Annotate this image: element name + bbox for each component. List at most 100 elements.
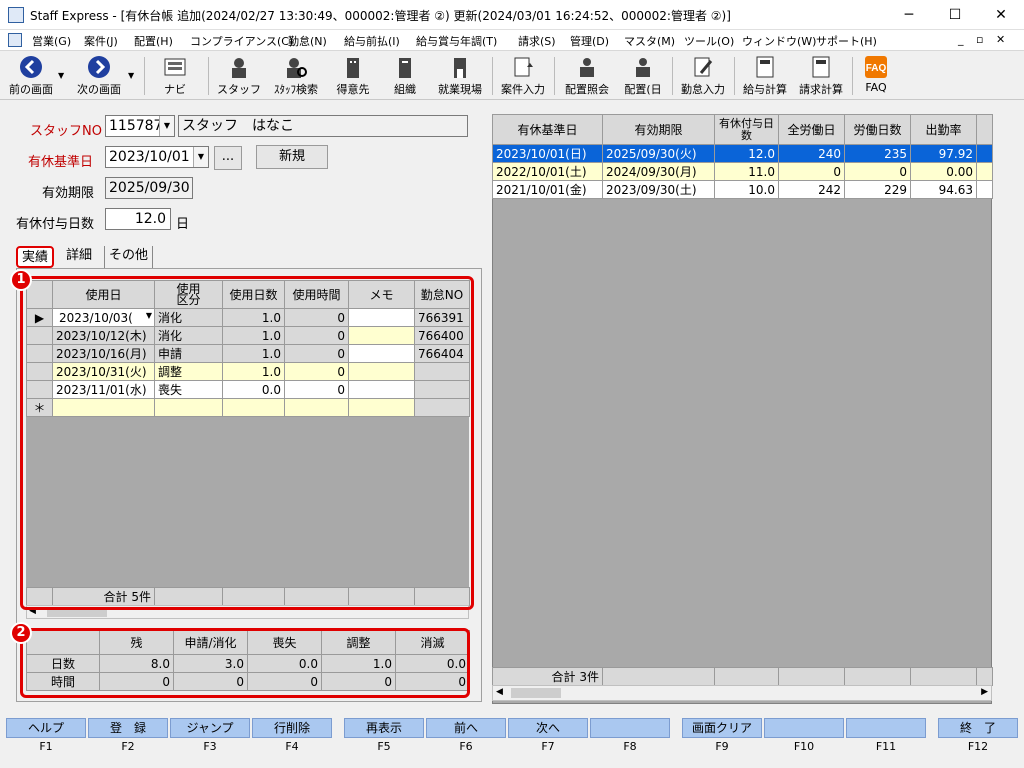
f9-clear-screen-button[interactable]: 画面クリア xyxy=(682,718,762,738)
menu-project[interactable]: 案件(J) xyxy=(84,33,118,49)
f7-next-button[interactable]: 次へ xyxy=(508,718,588,738)
staff-search-button[interactable]: ｽﾀｯﾌ検索 xyxy=(266,53,326,99)
all-workdays-cell[interactable]: 240 xyxy=(778,144,845,163)
grant-days-cell[interactable]: 10.0 xyxy=(714,180,779,199)
f8-button[interactable] xyxy=(590,718,670,738)
mdi-minimize-button[interactable]: _ xyxy=(958,33,964,46)
back-dropdown-icon[interactable]: ▼ xyxy=(58,71,64,80)
project-entry-button[interactable]: 案件入力 xyxy=(496,53,550,99)
menu-advance-pay[interactable]: 給与前払(I) xyxy=(344,33,400,49)
all-workdays-cell[interactable]: 242 xyxy=(778,180,845,199)
tab-results[interactable]: 実績 xyxy=(16,246,55,268)
placement-daily-button[interactable]: 配置(日 xyxy=(616,53,670,99)
worksite-button[interactable]: 就業現場 xyxy=(432,53,488,99)
tab-other[interactable]: その他 xyxy=(104,246,154,268)
faq-button[interactable]: FAQ FAQ xyxy=(856,53,896,99)
organization-button[interactable]: 組織 xyxy=(380,53,430,99)
f5-refresh-button[interactable]: 再表示 xyxy=(344,718,424,738)
f1-help-button[interactable]: ヘルプ xyxy=(6,718,86,738)
workdays-cell[interactable]: 229 xyxy=(844,180,911,199)
forward-dropdown-icon[interactable]: ▼ xyxy=(128,71,134,80)
f10-button[interactable] xyxy=(764,718,844,738)
menu-admin[interactable]: 管理(D) xyxy=(570,33,609,49)
grant-days-input[interactable]: 12.0 xyxy=(105,208,171,230)
back-button[interactable]: 前の画面 xyxy=(2,53,60,99)
col-base-date[interactable]: 有休基準日 xyxy=(492,114,603,145)
attendance-rate-cell[interactable]: 94.63 xyxy=(910,180,977,199)
table-row[interactable]: 2022/10/01(土) 2024/09/30(月) 11.0 0 0 0.0… xyxy=(492,162,993,181)
scroll-left-icon[interactable]: ◀ xyxy=(496,687,503,697)
col-workdays[interactable]: 労働日数 xyxy=(844,114,911,145)
attendance-entry-button[interactable]: 勤怠入力 xyxy=(676,53,730,99)
base-date-select[interactable]: 2023/10/01 ▼ xyxy=(105,146,209,168)
f4-delete-row-button[interactable]: 行削除 xyxy=(252,718,332,738)
expiry-field: 2025/09/30 xyxy=(105,177,193,199)
col-attendance-rate[interactable]: 出勤率 xyxy=(910,114,977,145)
ellipsis-button[interactable]: ... xyxy=(214,146,242,170)
attendance-rate-cell[interactable]: 97.92 xyxy=(910,144,977,163)
base-date-cell[interactable]: 2023/10/01(日) xyxy=(492,144,603,163)
close-button[interactable]: ✕ xyxy=(978,0,1024,30)
f11-button[interactable] xyxy=(846,718,926,738)
f1-key-label: F1 xyxy=(39,740,53,753)
attendance-rate-cell[interactable]: 0.00 xyxy=(910,162,977,181)
scroll-thumb[interactable] xyxy=(511,688,561,698)
menu-support[interactable]: サポート(H) xyxy=(816,33,877,49)
expiry-cell[interactable]: 2023/09/30(土) xyxy=(602,180,715,199)
billing-calc-button[interactable]: 請求計算 xyxy=(794,53,848,99)
table-row[interactable]: 2021/10/01(金) 2023/09/30(土) 10.0 242 229… xyxy=(492,180,993,199)
toolbar-separator xyxy=(492,57,493,95)
workdays-cell[interactable]: 235 xyxy=(844,144,911,163)
navi-button[interactable]: ナビ xyxy=(150,53,200,99)
grant-days-cell[interactable]: 11.0 xyxy=(714,162,779,181)
table-row-selected[interactable]: 2023/10/01(日) 2025/09/30(火) 12.0 240 235… xyxy=(492,144,993,163)
menu-tools[interactable]: ツール(O) xyxy=(684,33,734,49)
f9-key-label: F9 xyxy=(715,740,729,753)
mdi-icon[interactable] xyxy=(8,33,22,47)
chevron-down-icon[interactable]: ▼ xyxy=(193,147,208,167)
f6-prev-button[interactable]: 前へ xyxy=(426,718,506,738)
f2-key-label: F2 xyxy=(121,740,135,753)
base-date-cell[interactable]: 2021/10/01(金) xyxy=(492,180,603,199)
history-horizontal-scrollbar[interactable]: ◀ ▶ xyxy=(492,685,992,701)
all-workdays-cell[interactable]: 0 xyxy=(778,162,845,181)
menu-sales[interactable]: 営業(G) xyxy=(32,33,71,49)
expiry-cell[interactable]: 2025/09/30(火) xyxy=(602,144,715,163)
forward-button[interactable]: 次の画面 xyxy=(68,53,130,99)
mdi-restore-button[interactable]: ▫ xyxy=(976,33,983,46)
staff-button[interactable]: スタッフ xyxy=(214,53,264,99)
f3-jump-button[interactable]: ジャンプ xyxy=(170,718,250,738)
new-button[interactable]: 新規 xyxy=(256,145,328,169)
svg-text:FAQ: FAQ xyxy=(866,63,887,74)
maximize-button[interactable]: ☐ xyxy=(932,0,978,30)
annotation-badge-1: 1 xyxy=(10,269,32,291)
expiry-cell[interactable]: 2024/09/30(月) xyxy=(602,162,715,181)
menu-placement[interactable]: 配置(H) xyxy=(134,33,173,49)
menu-billing[interactable]: 請求(S) xyxy=(518,33,556,49)
staff-no-select[interactable]: 115787 ▼ xyxy=(105,115,175,137)
grant-days-cell[interactable]: 12.0 xyxy=(714,144,779,163)
f2-register-button[interactable]: 登 録 xyxy=(88,718,168,738)
menu-payroll[interactable]: 給与賞与年調(T) xyxy=(416,33,497,49)
menu-master[interactable]: マスタ(M) xyxy=(624,33,675,49)
workdays-cell[interactable]: 0 xyxy=(844,162,911,181)
placement-inquiry-button[interactable]: 配置照会 xyxy=(558,53,616,99)
f12-exit-button[interactable]: 終 了 xyxy=(938,718,1018,738)
base-date-cell[interactable]: 2022/10/01(土) xyxy=(492,162,603,181)
col-expiry[interactable]: 有効期限 xyxy=(602,114,715,145)
staff-icon xyxy=(232,58,246,78)
customer-button[interactable]: 得意先 xyxy=(328,53,378,99)
chevron-down-icon[interactable]: ▼ xyxy=(159,116,174,136)
minimize-button[interactable]: ─ xyxy=(886,0,932,30)
payroll-calc-button[interactable]: 給与計算 xyxy=(738,53,792,99)
col-filler xyxy=(976,114,993,145)
col-grant-days[interactable]: 有休付与日数 xyxy=(714,114,779,145)
placement-inquiry-icon xyxy=(580,58,594,77)
menu-compliance[interactable]: コンプライアンス(C) xyxy=(190,33,293,49)
col-all-workdays[interactable]: 全労働日 xyxy=(778,114,845,145)
mdi-close-button[interactable]: ✕ xyxy=(996,33,1005,46)
menu-attendance[interactable]: 勤怠(N) xyxy=(288,33,327,49)
scroll-right-icon[interactable]: ▶ xyxy=(981,687,988,697)
tab-details[interactable]: 詳細 xyxy=(62,246,96,268)
menu-window[interactable]: ウィンドウ(W) xyxy=(742,33,816,49)
